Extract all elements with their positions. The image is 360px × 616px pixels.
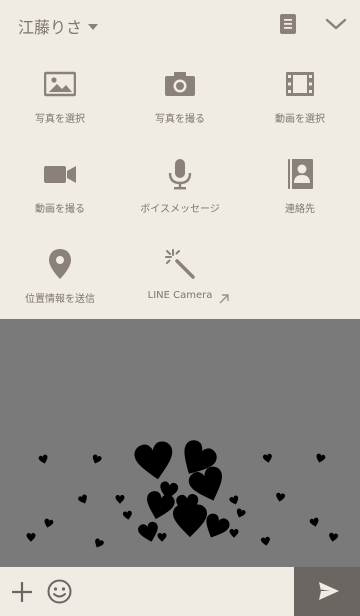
take-photo-button[interactable]: 写真を撮る — [120, 48, 240, 138]
smiley-icon[interactable] — [47, 579, 72, 604]
chat-title-dropdown[interactable]: 江藤りさ — [18, 14, 99, 38]
send-arrow-icon — [319, 582, 339, 600]
plus-icon[interactable] — [10, 580, 34, 604]
contacts-button[interactable]: 連絡先 — [240, 138, 360, 228]
select-photo-label: 写真を選択 — [35, 114, 85, 125]
hearts-wallpaper-image — [26, 436, 339, 550]
message-input-bar — [0, 567, 360, 616]
chat-background — [0, 319, 360, 567]
select-photo-button[interactable]: 写真を選択 — [0, 48, 120, 138]
contacts-label: 連絡先 — [285, 204, 315, 215]
voice-message-label: ボイスメッセージ — [140, 204, 220, 215]
camera-icon — [165, 72, 195, 96]
send-location-label: 位置情報を送信 — [25, 294, 95, 305]
image-icon — [44, 71, 76, 97]
send-location-button[interactable]: 位置情報を送信 — [0, 228, 120, 318]
microphone-icon — [168, 159, 192, 190]
send-button[interactable] — [294, 567, 360, 616]
select-video-label: 動画を選択 — [275, 114, 325, 125]
voice-message-button[interactable]: ボイスメッセージ — [120, 138, 240, 228]
chat-title: 江藤りさ — [18, 18, 83, 37]
record-video-button[interactable]: 動画を撮る — [0, 138, 120, 228]
chat-header: 江藤りさ — [0, 0, 360, 48]
magic-wand-icon — [165, 249, 195, 279]
notes-icon[interactable] — [279, 14, 297, 34]
film-icon — [286, 72, 314, 96]
take-photo-label: 写真を撮る — [155, 114, 205, 125]
contact-book-icon — [288, 159, 313, 189]
attachment-menu: 写真を選択 写真を撮る 動画を選択 動画を撮る ボイスメッセージ 連絡先 位置情… — [0, 48, 360, 319]
external-link-arrow-icon — [219, 294, 229, 304]
video-camera-icon — [44, 166, 76, 183]
record-video-label: 動画を撮る — [35, 204, 85, 215]
location-pin-icon — [49, 249, 71, 279]
select-video-button[interactable]: 動画を選択 — [240, 48, 360, 138]
caret-down-icon — [88, 24, 99, 30]
chevron-down-icon[interactable] — [325, 16, 347, 32]
